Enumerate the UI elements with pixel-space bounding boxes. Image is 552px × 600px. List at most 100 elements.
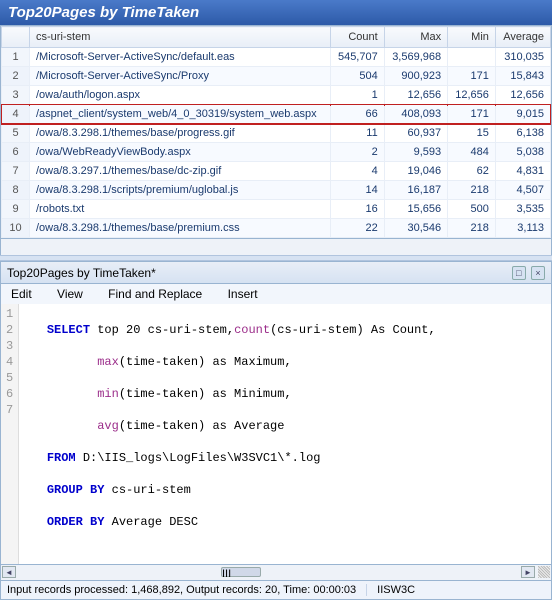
status-mode: IISW3C <box>377 584 425 596</box>
table-row[interactable]: 1/Microsoft-Server-ActiveSync/default.ea… <box>2 48 551 67</box>
cell-max: 3,569,968 <box>384 48 447 67</box>
col-avg[interactable]: Average <box>495 27 550 48</box>
table-row[interactable]: 6/owa/WebReadyViewBody.aspx29,5934845,03… <box>2 143 551 162</box>
table-row[interactable]: 10/owa/8.3.298.1/themes/base/premium.css… <box>2 219 551 238</box>
status-bar: Input records processed: 1,468,892, Outp… <box>0 581 552 600</box>
cell-max: 12,656 <box>384 86 447 105</box>
cell-min <box>448 48 496 67</box>
table-row[interactable]: 3/owa/auth/logon.aspx112,65612,65612,656 <box>2 86 551 105</box>
kw-from: FROM <box>47 451 76 465</box>
cell-stem: /robots.txt <box>30 200 331 219</box>
table-row[interactable]: 2/Microsoft-Server-ActiveSync/Proxy50490… <box>2 67 551 86</box>
results-table: cs-uri-stem Count Max Min Average 1/Micr… <box>1 26 551 238</box>
code-text: cs-uri-stem <box>104 483 190 497</box>
row-number: 4 <box>2 105 30 124</box>
cell-count: 11 <box>330 124 384 143</box>
cell-avg: 9,015 <box>495 105 550 124</box>
col-stem[interactable]: cs-uri-stem <box>30 27 331 48</box>
menu-find[interactable]: Find and Replace <box>108 287 202 301</box>
col-rownum[interactable] <box>2 27 30 48</box>
col-max[interactable]: Max <box>384 27 447 48</box>
cell-max: 30,546 <box>384 219 447 238</box>
row-number: 8 <box>2 181 30 200</box>
code-text: top 20 cs-uri-stem, <box>90 323 234 337</box>
scroll-thumb[interactable]: III <box>221 567 261 577</box>
fn-count: count <box>234 323 270 337</box>
cell-min: 500 <box>448 200 496 219</box>
code-text: (time-taken) as Average <box>119 419 285 433</box>
kw-orderby: ORDER BY <box>47 515 105 529</box>
row-number: 9 <box>2 200 30 219</box>
line-num: 3 <box>6 338 13 354</box>
table-row[interactable]: 4/aspnet_client/system_web/4_0_30319/sys… <box>2 105 551 124</box>
scroll-left-icon[interactable]: ◄ <box>2 566 16 578</box>
cell-stem: /owa/8.3.297.1/themes/base/dc-zip.gif <box>30 162 331 181</box>
row-number: 10 <box>2 219 30 238</box>
line-num: 2 <box>6 322 13 338</box>
menu-view[interactable]: View <box>57 287 83 301</box>
table-row[interactable]: 5/owa/8.3.298.1/themes/base/progress.gif… <box>2 124 551 143</box>
sql-code[interactable]: SELECT top 20 cs-uri-stem,count(cs-uri-s… <box>19 304 551 564</box>
col-min[interactable]: Min <box>448 27 496 48</box>
cell-min: 15 <box>448 124 496 143</box>
cell-avg: 15,843 <box>495 67 550 86</box>
col-count[interactable]: Count <box>330 27 384 48</box>
cell-max: 60,937 <box>384 124 447 143</box>
resize-grip-icon[interactable] <box>538 566 550 578</box>
scroll-right-icon[interactable]: ► <box>521 566 535 578</box>
query-panel-buttons: □ × <box>510 265 545 280</box>
cell-count: 4 <box>330 162 384 181</box>
table-row[interactable]: 8/owa/8.3.298.1/scripts/premium/uglobal.… <box>2 181 551 200</box>
fn-max: max <box>97 355 119 369</box>
cell-count: 22 <box>330 219 384 238</box>
line-num: 1 <box>6 306 13 322</box>
status-main: Input records processed: 1,468,892, Outp… <box>7 584 367 596</box>
cell-min: 484 <box>448 143 496 162</box>
cell-count: 16 <box>330 200 384 219</box>
row-number: 5 <box>2 124 30 143</box>
results-table-container: cs-uri-stem Count Max Min Average 1/Micr… <box>0 25 552 239</box>
table-scrollbar[interactable] <box>0 239 552 255</box>
menu-insert[interactable]: Insert <box>228 287 258 301</box>
line-num: 5 <box>6 370 13 386</box>
code-text: (time-taken) as Minimum, <box>119 387 292 401</box>
table-row[interactable]: 9/robots.txt1615,6565003,535 <box>2 200 551 219</box>
menu-edit[interactable]: Edit <box>11 287 32 301</box>
editor-h-scrollbar[interactable]: ◄ III ► <box>0 565 552 581</box>
cell-avg: 3,535 <box>495 200 550 219</box>
maximize-icon[interactable]: □ <box>512 266 526 280</box>
cell-min: 12,656 <box>448 86 496 105</box>
cell-min: 62 <box>448 162 496 181</box>
cell-max: 900,923 <box>384 67 447 86</box>
cell-max: 16,187 <box>384 181 447 200</box>
code-text: Average DESC <box>104 515 198 529</box>
kw-select: SELECT <box>47 323 90 337</box>
cell-count: 1 <box>330 86 384 105</box>
cell-stem: /aspnet_client/system_web/4_0_30319/syst… <box>30 105 331 124</box>
cell-count: 14 <box>330 181 384 200</box>
cell-min: 218 <box>448 219 496 238</box>
cell-max: 408,093 <box>384 105 447 124</box>
header-row: cs-uri-stem Count Max Min Average <box>2 27 551 48</box>
row-number: 6 <box>2 143 30 162</box>
cell-max: 19,046 <box>384 162 447 181</box>
query-panel-titlebar: Top20Pages by TimeTaken* □ × <box>0 261 552 284</box>
cell-avg: 310,035 <box>495 48 550 67</box>
kw-groupby: GROUP BY <box>47 483 105 497</box>
close-icon[interactable]: × <box>531 266 545 280</box>
table-row[interactable]: 7/owa/8.3.297.1/themes/base/dc-zip.gif41… <box>2 162 551 181</box>
cell-count: 504 <box>330 67 384 86</box>
line-gutter: 1 2 3 4 5 6 7 <box>1 304 19 564</box>
cell-stem: /owa/8.3.298.1/themes/base/progress.gif <box>30 124 331 143</box>
cell-count: 545,707 <box>330 48 384 67</box>
cell-count: 2 <box>330 143 384 162</box>
line-num: 4 <box>6 354 13 370</box>
cell-avg: 5,038 <box>495 143 550 162</box>
sql-editor[interactable]: 1 2 3 4 5 6 7 SELECT top 20 cs-uri-stem,… <box>0 304 552 565</box>
cell-stem: /owa/auth/logon.aspx <box>30 86 331 105</box>
code-text: D:\IIS_logs\LogFiles\W3SVC1\*.log <box>76 451 321 465</box>
cell-max: 9,593 <box>384 143 447 162</box>
cell-avg: 4,831 <box>495 162 550 181</box>
row-number: 7 <box>2 162 30 181</box>
cell-stem: /owa/WebReadyViewBody.aspx <box>30 143 331 162</box>
